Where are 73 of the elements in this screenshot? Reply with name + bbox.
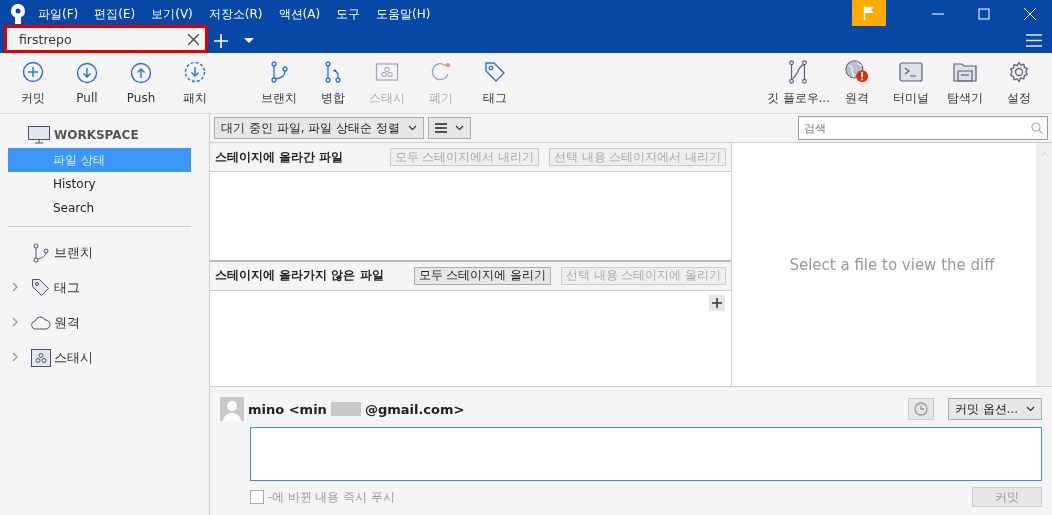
- up-arrow-circle-icon: [130, 61, 152, 85]
- add-tab-icon[interactable]: [214, 33, 228, 48]
- clock-icon: [913, 402, 928, 416]
- toolbar-button[interactable]: 병합: [306, 59, 360, 107]
- add-icon[interactable]: [709, 294, 725, 311]
- expand-chevron-icon[interactable]: [12, 317, 18, 327]
- toolbar-button[interactable]: Pull: [60, 61, 114, 105]
- flag-icon: [863, 6, 875, 20]
- expand-chevron-icon[interactable]: [12, 282, 18, 292]
- toolbar-button[interactable]: 패치: [168, 59, 222, 107]
- terminal-icon: [899, 59, 923, 84]
- stage-button[interactable]: 모두 스테이지에 올리기: [413, 266, 552, 285]
- history-button[interactable]: [907, 398, 934, 420]
- section-heading: WORKSPACE: [54, 128, 139, 142]
- monitor-icon: [28, 126, 50, 144]
- redaction-blur: [330, 402, 361, 416]
- branch-icon: [268, 59, 290, 84]
- toolbar-button[interactable]: 설정: [992, 59, 1046, 107]
- search-field[interactable]: 검색: [798, 116, 1048, 140]
- sidebar-section[interactable]: 태그: [54, 278, 80, 297]
- down-arrow-circle-icon: [76, 61, 98, 85]
- sort-dropdown[interactable]: 대기 중인 파일, 파일 상태순 정렬: [214, 117, 424, 139]
- toolbar-button[interactable]: 원격: [830, 59, 884, 107]
- sidebar-item[interactable]: History: [8, 172, 191, 196]
- chevron-down-icon: [454, 125, 464, 131]
- stash-box-icon: [31, 348, 51, 367]
- menu-item[interactable]: 도구: [336, 5, 361, 23]
- avatar-icon: [220, 397, 244, 421]
- maximize-icon[interactable]: [978, 8, 990, 20]
- repo-tab[interactable]: firstrepo: [7, 28, 205, 50]
- menu-item[interactable]: 저장소(R): [208, 5, 263, 23]
- sidebar-item[interactable]: Search: [8, 196, 191, 220]
- tag-icon: [483, 59, 507, 84]
- toolbar-button[interactable]: Push: [114, 61, 168, 105]
- menu-item[interactable]: 도움말(H): [376, 5, 431, 23]
- toolbar-button[interactable]: 탐색기: [938, 59, 992, 107]
- view-mode-dropdown[interactable]: [427, 117, 471, 139]
- tag-icon: [31, 277, 51, 298]
- menu-item[interactable]: 파일(F): [38, 5, 79, 23]
- app-logo-icon: [10, 3, 26, 25]
- commit-message-field[interactable]: [250, 427, 1042, 481]
- menu-icon[interactable]: [1026, 34, 1042, 47]
- chevron-down-icon: [407, 125, 417, 131]
- author-email: @gmail.com>: [364, 401, 465, 417]
- empty-diff-message: Select a file to view the diff: [789, 255, 995, 274]
- sidebar-section[interactable]: 브랜치: [54, 243, 93, 262]
- dropdown-caret-icon[interactable]: [244, 37, 254, 44]
- menu-item[interactable]: 편집(E): [94, 5, 136, 23]
- sidebar-section[interactable]: 원격: [54, 313, 80, 332]
- expand-chevron-icon[interactable]: [12, 352, 18, 362]
- toolbar-button[interactable]: 깃 플로우...: [766, 59, 830, 107]
- close-icon[interactable]: [188, 33, 199, 45]
- pane-title: 스테이지에 올라간 파일: [215, 148, 344, 166]
- list-icon: [434, 123, 447, 133]
- cloud-icon: [31, 315, 51, 330]
- chevron-down-icon: [1026, 406, 1035, 412]
- flag-button[interactable]: [852, 0, 886, 26]
- menu-item[interactable]: 액션(A): [278, 5, 321, 23]
- author-name: mino <min: [248, 401, 327, 417]
- toolbar-button[interactable]: 커밋: [6, 59, 60, 107]
- merge-icon: [322, 59, 344, 84]
- pane-title: 스테이지에 올라가지 않은 파일: [215, 267, 384, 284]
- git-flow-icon: [787, 59, 810, 84]
- menu-item[interactable]: 보기(V): [151, 5, 193, 23]
- toolbar-button[interactable]: 터미널: [884, 59, 938, 107]
- plus-circle-icon: [22, 59, 44, 84]
- commit-options-dropdown[interactable]: 커밋 옵션...: [947, 398, 1042, 420]
- sidebar-section[interactable]: 스태시: [54, 348, 93, 367]
- toolbar-button[interactable]: 브랜치: [252, 59, 306, 107]
- toolbar-button[interactable]: 태그: [468, 59, 522, 107]
- search-icon: [1031, 122, 1043, 134]
- settings-icon: [1008, 59, 1030, 84]
- branch-icon: [33, 242, 49, 263]
